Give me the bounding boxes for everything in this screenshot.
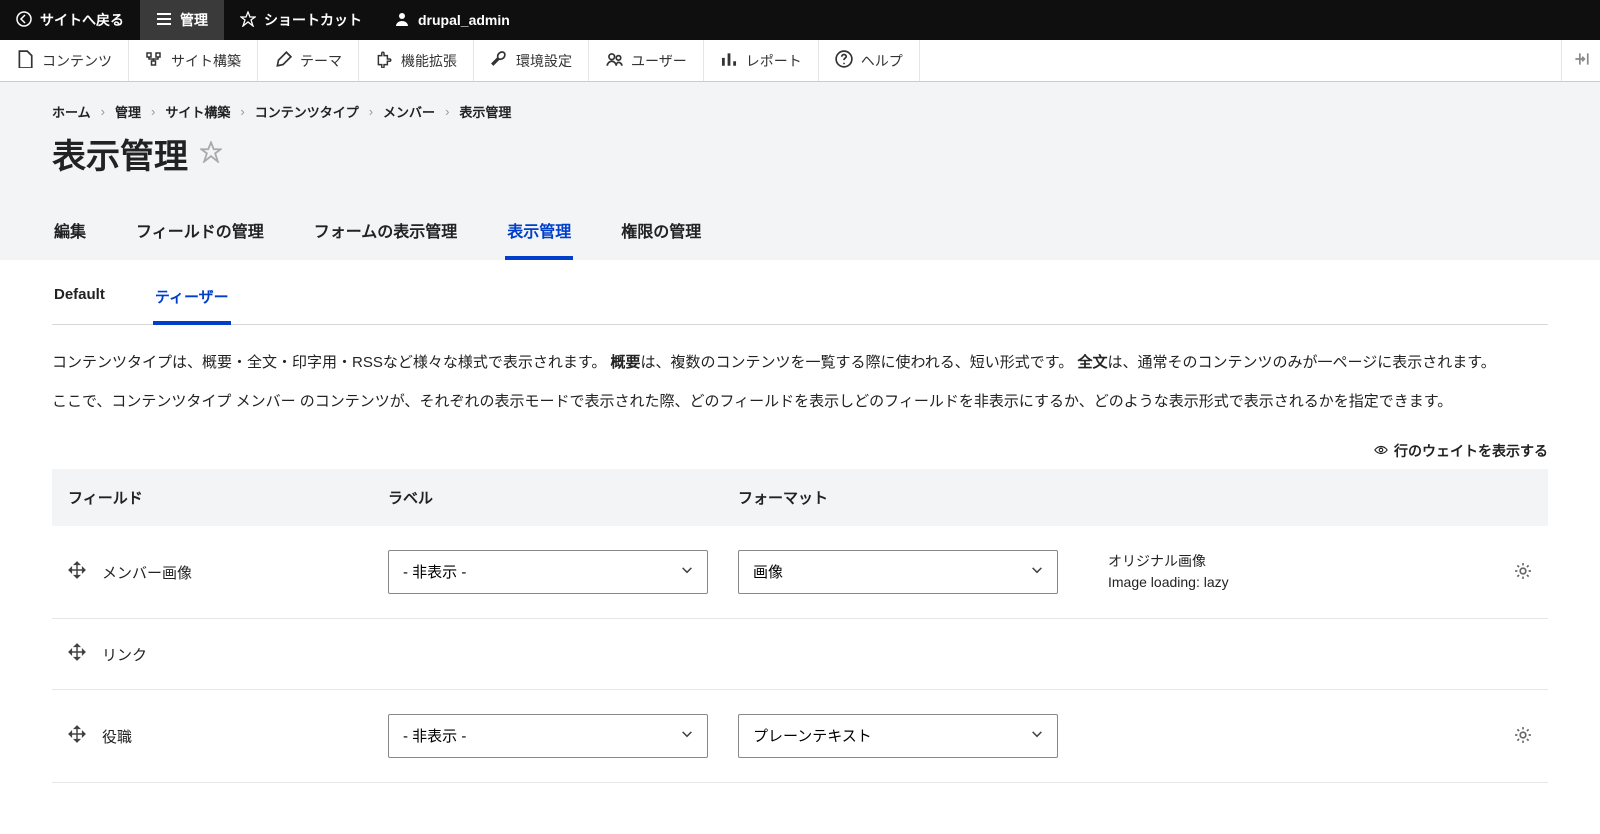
shortcuts-label: ショートカット (264, 10, 362, 30)
col-label: ラベル (388, 487, 738, 508)
toolbar-appearance[interactable]: テーマ (258, 40, 359, 81)
admin-topbar: サイトへ戻る 管理 ショートカット drupal_admin (0, 0, 1600, 40)
manage-label: 管理 (180, 10, 208, 30)
toolbar-structure[interactable]: サイト構築 (129, 40, 258, 81)
breadcrumb-sep: › (240, 104, 244, 119)
weights-label: 行のウェイトを表示する (1394, 441, 1548, 461)
drag-handle[interactable] (68, 561, 86, 583)
show-row-weights-link[interactable]: 行のウェイトを表示する (1374, 441, 1548, 461)
toolbar-people-label: ユーザー (631, 51, 687, 71)
toolbar-collapse[interactable] (1561, 40, 1600, 81)
format-summary: オリジナル画像Image loading: lazy (1108, 551, 1472, 593)
breadcrumb-sep: › (151, 104, 155, 119)
report-icon (720, 50, 738, 71)
primary-tabs: 編集フィールドの管理フォームの表示管理表示管理権限の管理 (52, 208, 1548, 260)
file-icon (16, 50, 34, 71)
primary-tab[interactable]: 編集 (52, 208, 88, 260)
desc-1a: コンテンツタイプは、概要・全文・印字用・RSSなど様々な様式で表示されます。 (52, 354, 606, 371)
secondary-tab[interactable]: Default (52, 274, 107, 325)
primary-tab[interactable]: 権限の管理 (619, 208, 703, 260)
col-field: フィールド (68, 487, 388, 508)
table-row: メンバー画像 - 非表示 - 画像 オリジナル画像Image loading: laz… (52, 526, 1548, 619)
drag-handle[interactable] (68, 643, 86, 665)
toolbar-help-label: ヘルプ (861, 51, 903, 71)
breadcrumb-sep: › (369, 104, 373, 119)
breadcrumb-link: 表示管理 (459, 102, 511, 121)
breadcrumb-sep: › (101, 104, 105, 119)
toolbar-extend-label: 機能拡張 (401, 51, 457, 71)
secondary-tab[interactable]: ティーザー (153, 274, 231, 325)
user-icon (394, 11, 410, 30)
puzzle-icon (375, 50, 393, 71)
desc-1e: は、通常そのコンテンツのみが一ページに表示されます。 (1108, 354, 1496, 371)
label-select[interactable]: - 非表示 - (388, 714, 708, 758)
admin-toolbar: コンテンツ サイト構築 テーマ 機能拡張 環境設定 ユーザー レポート ヘルプ (0, 40, 1600, 82)
shortcuts-toggle[interactable]: ショートカット (224, 0, 378, 40)
breadcrumb-link[interactable]: メンバー (383, 102, 435, 121)
brush-icon (274, 50, 292, 71)
toolbar-appearance-label: テーマ (300, 51, 342, 71)
desc-1d: 全文 (1077, 354, 1107, 371)
weights-toggle: 行のウェイトを表示する (52, 441, 1548, 461)
desc-2: ここで、コンテンツタイプ メンバー のコンテンツが、それぞれの表示モードで表示さ… (52, 388, 1548, 415)
label-select[interactable]: - 非表示 - (388, 550, 708, 594)
collapse-icon (1572, 50, 1590, 71)
toolbar-content-label: コンテンツ (42, 51, 112, 71)
help-icon (835, 50, 853, 71)
user-menu[interactable]: drupal_admin (378, 0, 526, 40)
region-header: ホーム›管理›サイト構築›コンテンツタイプ›メンバー›表示管理 表示管理 編集フ… (0, 82, 1600, 260)
table-row: 役職 - 非表示 - プレーンテキスト (52, 690, 1548, 783)
add-shortcut-button[interactable] (200, 141, 222, 166)
toolbar-people[interactable]: ユーザー (589, 40, 704, 81)
primary-tab[interactable]: 表示管理 (505, 208, 573, 260)
primary-tab[interactable]: フォームの表示管理 (312, 208, 460, 260)
col-format: フォーマット (738, 487, 1108, 508)
primary-tab[interactable]: フィールドの管理 (134, 208, 266, 260)
eye-icon (1374, 443, 1388, 460)
description: コンテンツタイプは、概要・全文・印字用・RSSなど様々な様式で表示されます。 概… (52, 349, 1548, 415)
table-header: フィールド ラベル フォーマット (52, 469, 1548, 526)
toolbar-content[interactable]: コンテンツ (0, 40, 129, 81)
breadcrumb-link[interactable]: ホーム (52, 102, 91, 121)
toolbar-extend[interactable]: 機能拡張 (359, 40, 474, 81)
back-icon (16, 11, 32, 30)
format-select[interactable]: プレーンテキスト (738, 714, 1058, 758)
content: Default ティーザー コンテンツタイプは、概要・全文・印字用・RSSなど様々… (0, 274, 1600, 783)
page-title: 表示管理 (52, 129, 188, 178)
secondary-tabs: Default ティーザー (52, 274, 1548, 325)
toolbar-config[interactable]: 環境設定 (474, 40, 589, 81)
field-name: リンク (102, 644, 147, 665)
breadcrumb-link[interactable]: サイト構築 (165, 102, 230, 121)
drag-handle[interactable] (68, 725, 86, 747)
toolbar-reports-label: レポート (746, 51, 802, 71)
field-display-table: フィールド ラベル フォーマット メンバー画像 - 非表示 - 画像 オリジナル画像I… (52, 469, 1548, 783)
field-name: メンバー画像 (102, 562, 192, 583)
table-row: リンク (52, 619, 1548, 690)
toolbar-structure-label: サイト構築 (171, 51, 241, 71)
breadcrumb: ホーム › 管理 › サイト構築 › コンテンツタイプ › メンバー › 表示管理 (52, 102, 1548, 121)
back-label: サイトへ戻る (40, 10, 124, 30)
toolbar-config-label: 環境設定 (516, 51, 572, 71)
user-label: drupal_admin (418, 12, 510, 28)
menu-icon (156, 11, 172, 30)
desc-1b: 概要 (611, 354, 641, 371)
wrench-icon (490, 50, 508, 71)
settings-button[interactable] (1472, 562, 1532, 583)
breadcrumb-sep: › (445, 104, 449, 119)
toolbar-help[interactable]: ヘルプ (819, 40, 920, 81)
manage-toggle[interactable]: 管理 (140, 0, 224, 40)
breadcrumb-link[interactable]: 管理 (115, 102, 141, 121)
back-to-site[interactable]: サイトへ戻る (0, 0, 140, 40)
breadcrumb-link[interactable]: コンテンツタイプ (255, 102, 359, 121)
format-select[interactable]: 画像 (738, 550, 1058, 594)
settings-button[interactable] (1472, 726, 1532, 747)
toolbar-reports[interactable]: レポート (704, 40, 819, 81)
people-icon (605, 50, 623, 71)
field-name: 役職 (102, 726, 132, 747)
desc-1c: は、複数のコンテンツを一覧する際に使われる、短い形式です。 (641, 354, 1074, 371)
structure-icon (145, 50, 163, 71)
star-icon (240, 11, 256, 30)
